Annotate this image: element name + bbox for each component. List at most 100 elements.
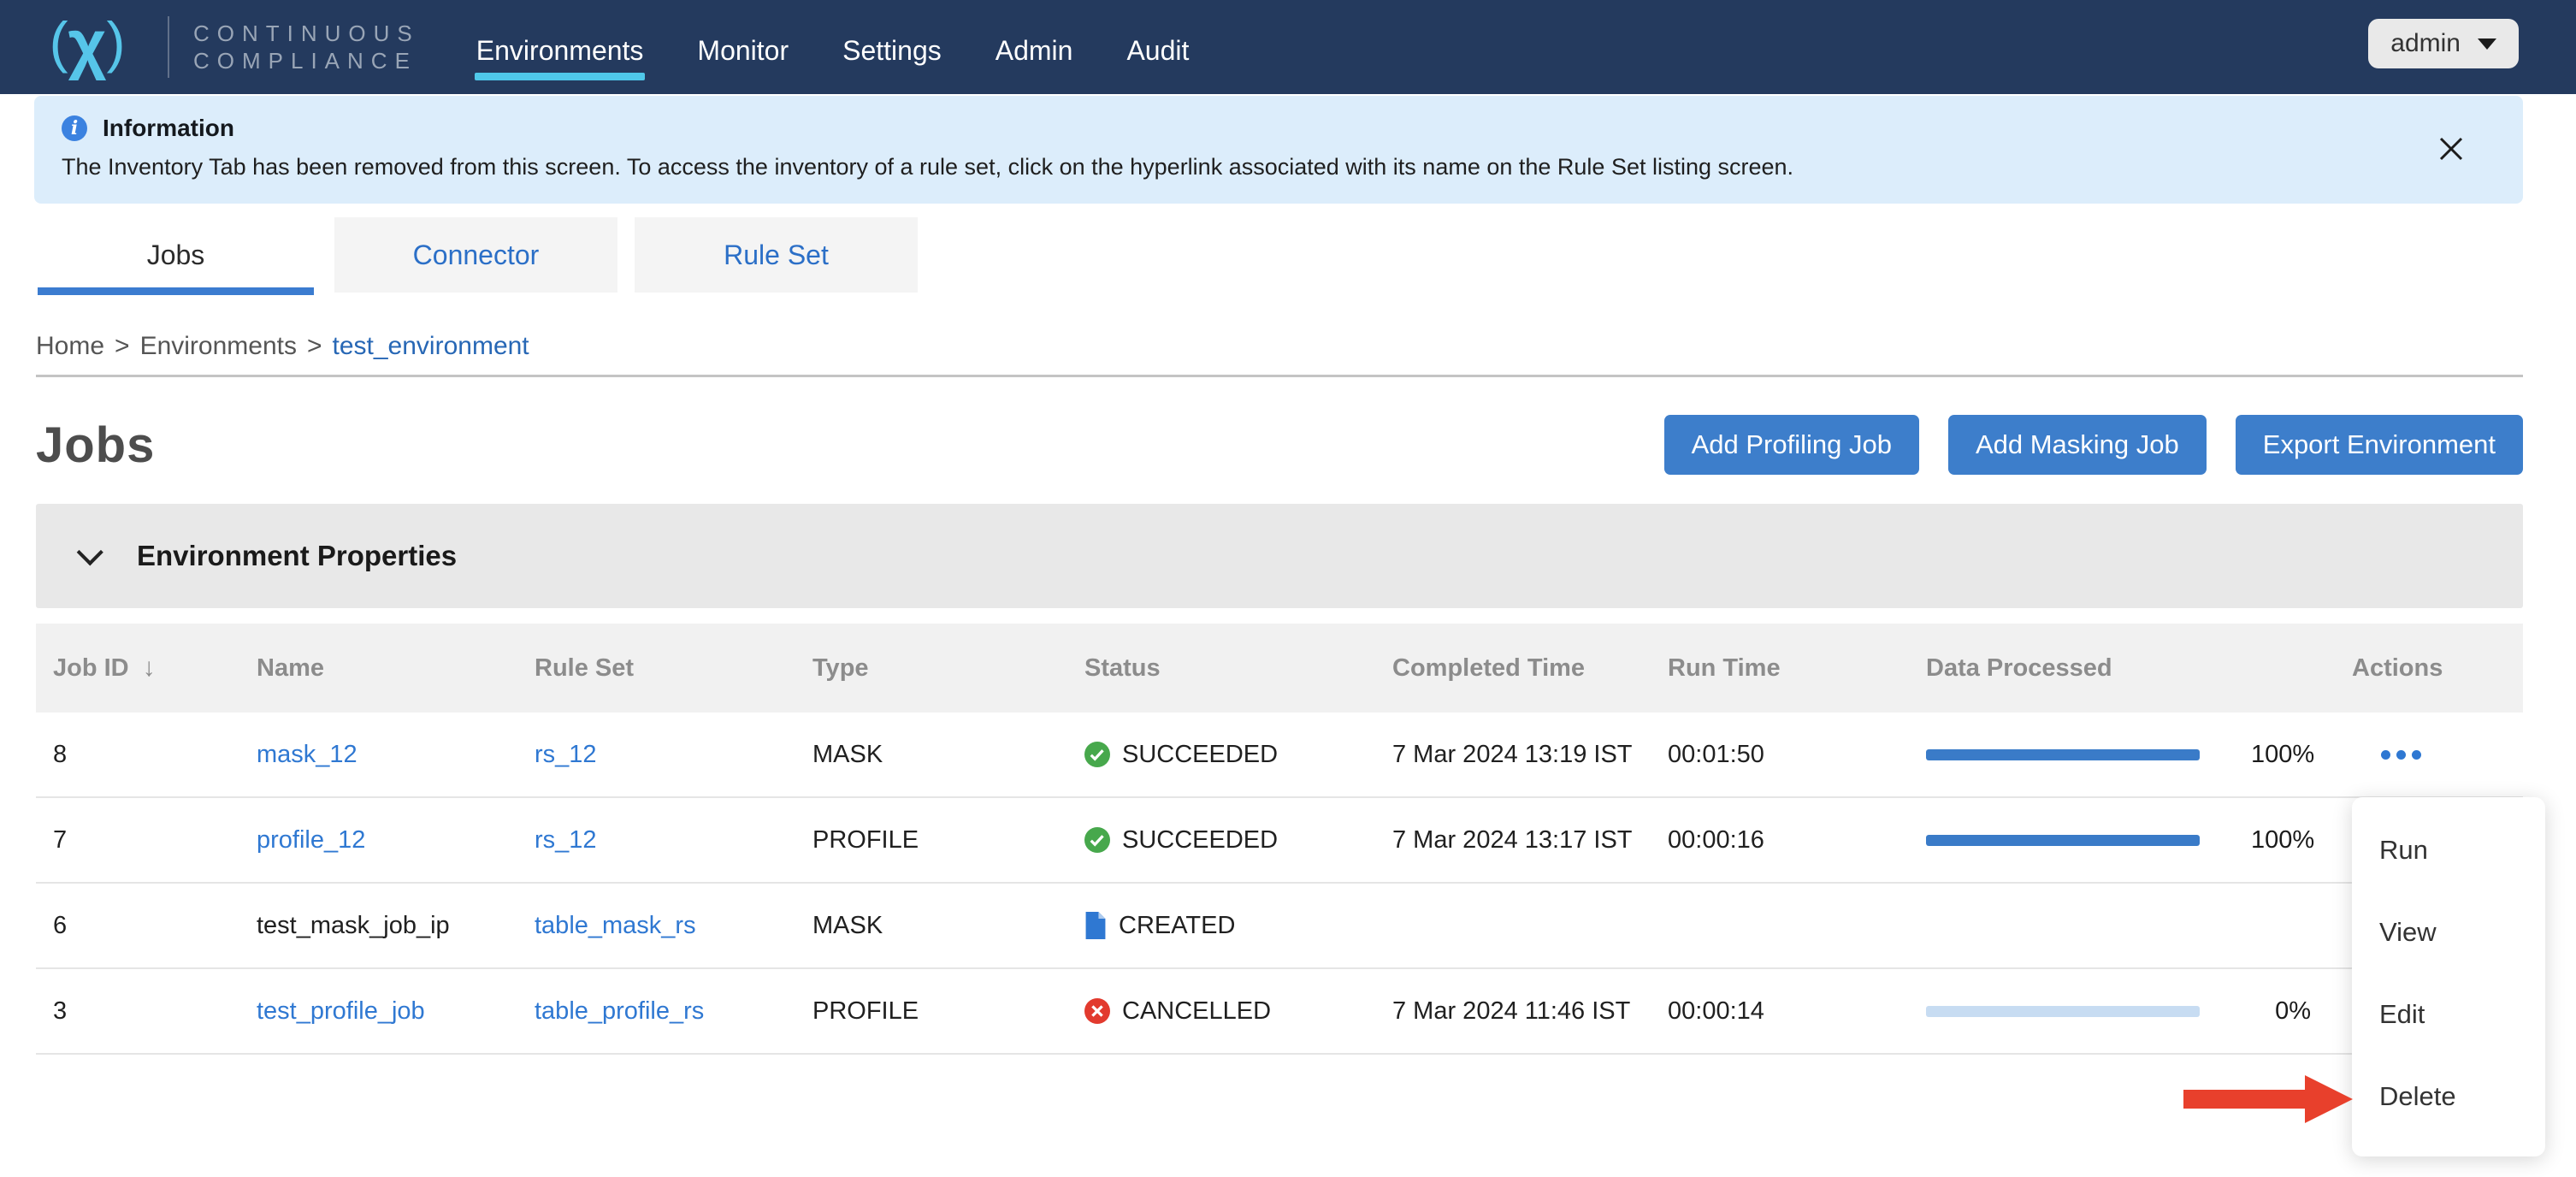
cell-status: CANCELLED <box>1084 997 1392 1026</box>
status-label: CREATED <box>1119 912 1235 940</box>
col-header-rule-set[interactable]: Rule Set <box>535 654 812 683</box>
menu-item-delete[interactable]: Delete <box>2352 1056 2545 1138</box>
status-label: SUCCEEDED <box>1122 741 1278 769</box>
cell-job-id: 6 <box>53 912 257 940</box>
navbar-divider <box>168 16 169 78</box>
succeeded-icon <box>1084 827 1110 853</box>
cell-data-processed: 100% <box>1926 826 2352 855</box>
environment-properties-title: Environment Properties <box>137 540 457 572</box>
cell-run-time: 00:00:16 <box>1668 826 1926 855</box>
cell-job-id: 7 <box>53 826 257 855</box>
table-row: 7 profile_12 rs_12 PROFILE SUCCEEDED 7 M… <box>36 798 2523 884</box>
cell-data-processed <box>1926 920 2352 932</box>
menu-item-edit[interactable]: Edit <box>2352 973 2545 1056</box>
job-name-link[interactable]: test_profile_job <box>257 997 425 1025</box>
progress-percent: 0% <box>2251 997 2311 1026</box>
succeeded-icon <box>1084 742 1110 767</box>
progress-bar <box>1926 749 2200 760</box>
app-title-line2: COMPLIANCE <box>193 47 420 74</box>
breadcrumb-separator: > <box>115 332 130 361</box>
breadcrumb-divider <box>36 375 2523 377</box>
cell-job-id: 3 <box>53 997 257 1026</box>
info-banner-message: The Inventory Tab has been removed from … <box>62 154 2437 180</box>
job-name-link[interactable]: mask_12 <box>257 741 357 768</box>
progress-bar <box>1926 1006 2200 1017</box>
cell-type: PROFILE <box>812 826 1084 855</box>
row-actions-menu: Run View Edit Delete <box>2352 797 2545 1156</box>
rule-set-link[interactable]: rs_12 <box>535 741 597 768</box>
rule-set-link[interactable]: table_mask_rs <box>535 912 696 939</box>
menu-item-run[interactable]: Run <box>2352 809 2545 891</box>
table-row: 6 test_mask_job_ip table_mask_rs MASK CR… <box>36 884 2523 969</box>
progress-bar-empty <box>1926 920 2200 932</box>
jobs-table: Job ID↓ Name Rule Set Type Status Comple… <box>36 624 2523 1055</box>
menu-item-view[interactable]: View <box>2352 891 2545 973</box>
cell-completed-time: 7 Mar 2024 11:46 IST <box>1392 997 1668 1026</box>
tab-jobs[interactable]: Jobs <box>34 217 317 293</box>
page-action-buttons: Add Profiling Job Add Masking Job Export… <box>1664 415 2523 475</box>
rule-set-link[interactable]: rs_12 <box>535 826 597 854</box>
cell-completed-time: 7 Mar 2024 13:19 IST <box>1392 741 1668 769</box>
col-header-data-processed[interactable]: Data Processed <box>1926 654 2352 683</box>
col-header-type[interactable]: Type <box>812 654 1084 683</box>
tab-connector[interactable]: Connector <box>334 217 617 293</box>
app-title: CONTINUOUS COMPLIANCE <box>193 20 420 74</box>
created-document-icon <box>1084 912 1107 939</box>
cell-status: CREATED <box>1084 912 1392 940</box>
breadcrumb-environments[interactable]: Environments <box>140 332 297 361</box>
cell-job-id: 8 <box>53 741 257 769</box>
chevron-down-icon <box>2478 38 2496 50</box>
page-header: Jobs Add Profiling Job Add Masking Job E… <box>36 415 2523 475</box>
page-title: Jobs <box>36 417 155 474</box>
app-title-line1: CONTINUOUS <box>193 20 420 47</box>
breadcrumb-current-environment[interactable]: test_environment <box>333 332 529 361</box>
more-actions-icon[interactable] <box>2352 750 2421 760</box>
sort-desc-icon[interactable]: ↓ <box>143 654 156 682</box>
table-row: 3 test_profile_job table_profile_rs PROF… <box>36 969 2523 1055</box>
cancelled-icon <box>1084 998 1110 1024</box>
nav-item-audit[interactable]: Audit <box>1126 15 1189 80</box>
table-row: 8 mask_12 rs_12 MASK SUCCEEDED 7 Mar 202… <box>36 713 2523 798</box>
add-masking-job-button[interactable]: Add Masking Job <box>1948 415 2207 475</box>
cell-status: SUCCEEDED <box>1084 826 1392 855</box>
table-header-row: Job ID↓ Name Rule Set Type Status Comple… <box>36 624 2523 713</box>
nav-item-admin[interactable]: Admin <box>996 15 1073 80</box>
tab-bar: Jobs Connector Rule Set <box>34 217 2576 293</box>
col-header-name[interactable]: Name <box>257 654 535 683</box>
chevron-down-icon <box>77 539 103 565</box>
nav-item-monitor[interactable]: Monitor <box>697 15 789 80</box>
progress-percent: 100% <box>2251 826 2311 855</box>
progress-bar <box>1926 835 2200 846</box>
app-logo-icon: (χ) <box>34 10 140 84</box>
tab-rule-set[interactable]: Rule Set <box>635 217 918 293</box>
breadcrumb-separator: > <box>307 332 322 361</box>
col-header-run-time[interactable]: Run Time <box>1668 654 1926 683</box>
nav-item-environments[interactable]: Environments <box>476 15 644 80</box>
environment-properties-panel[interactable]: Environment Properties <box>36 504 2523 608</box>
col-header-completed-time[interactable]: Completed Time <box>1392 654 1668 683</box>
col-header-status[interactable]: Status <box>1084 654 1392 683</box>
cell-type: MASK <box>812 912 1084 940</box>
cell-completed-time: 7 Mar 2024 13:17 IST <box>1392 826 1668 855</box>
breadcrumb-home[interactable]: Home <box>36 332 104 361</box>
info-banner: i Information The Inventory Tab has been… <box>34 96 2523 204</box>
add-profiling-job-button[interactable]: Add Profiling Job <box>1664 415 1919 475</box>
close-icon[interactable] <box>2436 133 2467 164</box>
col-header-actions: Actions <box>2352 654 2523 683</box>
rule-set-link[interactable]: table_profile_rs <box>535 997 704 1025</box>
info-icon: i <box>62 115 87 141</box>
top-navbar: (χ) CONTINUOUS COMPLIANCE Environments M… <box>0 0 2576 94</box>
annotation-arrow-icon <box>2183 1073 2354 1126</box>
cell-data-processed: 0% <box>1926 997 2352 1026</box>
cell-type: MASK <box>812 741 1084 769</box>
user-menu-button[interactable]: admin <box>2368 19 2519 68</box>
nav-item-settings[interactable]: Settings <box>842 15 942 80</box>
breadcrumb: Home > Environments > test_environment <box>36 332 2576 361</box>
status-label: SUCCEEDED <box>1122 826 1278 855</box>
col-header-job-id[interactable]: Job ID↓ <box>53 654 257 683</box>
export-environment-button[interactable]: Export Environment <box>2236 415 2523 475</box>
job-name-link[interactable]: profile_12 <box>257 826 365 854</box>
user-menu-label: admin <box>2390 29 2461 58</box>
cell-type: PROFILE <box>812 997 1084 1026</box>
cell-job-name: test_mask_job_ip <box>257 912 535 940</box>
